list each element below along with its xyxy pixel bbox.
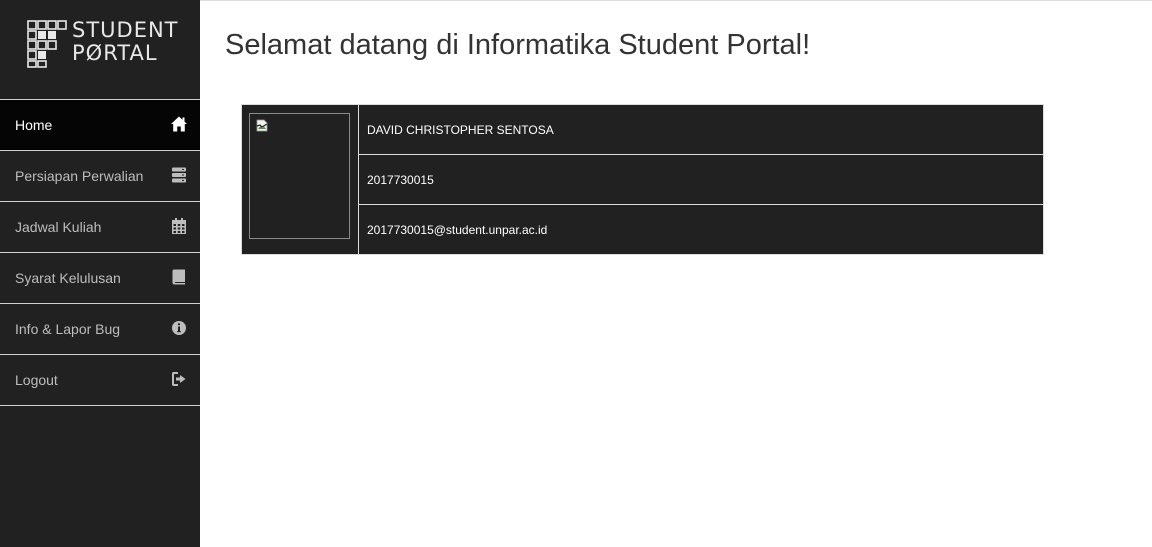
logo-line-2: PØRTAL <box>72 41 158 65</box>
sign-out-icon <box>170 370 188 388</box>
student-npm-row: 2017730015 <box>359 155 1043 205</box>
sidebar-item-label: Info & Lapor Bug <box>15 321 121 337</box>
sidebar-item-logout[interactable]: Logout <box>0 355 200 406</box>
portal-logo[interactable]: STUDENT PØRTAL <box>27 19 187 71</box>
home-icon <box>170 115 188 133</box>
sidebar-item-label: Persiapan Perwalian <box>15 168 144 184</box>
sidebar: STUDENT PØRTAL Home Persiapan Perwalian … <box>0 0 200 547</box>
photo-cell <box>242 105 359 254</box>
student-name: DAVID CHRISTOPHER SENTOSA <box>367 123 554 137</box>
sidebar-item-label: Jadwal Kuliah <box>15 219 102 235</box>
student-email: 2017730015@student.unpar.ac.id <box>367 223 548 237</box>
calendar-icon <box>170 217 188 235</box>
student-email-row: 2017730015@student.unpar.ac.id <box>359 205 1043 254</box>
sidebar-item-syarat-kelulusan[interactable]: Syarat Kelulusan <box>0 253 200 304</box>
logo-wordmark: STUDENT PØRTAL <box>72 19 179 65</box>
student-npm: 2017730015 <box>367 173 434 187</box>
server-icon <box>170 166 188 184</box>
sidebar-menu: Home Persiapan Perwalian Jadwal Kuliah S… <box>0 99 200 406</box>
student-photo <box>249 113 350 239</box>
book-icon <box>170 268 188 286</box>
info-circle-icon <box>170 319 188 337</box>
student-name-row: DAVID CHRISTOPHER SENTOSA <box>359 105 1043 155</box>
sidebar-item-label: Logout <box>15 372 58 388</box>
sidebar-item-home[interactable]: Home <box>0 100 200 151</box>
sidebar-item-persiapan-perwalian[interactable]: Persiapan Perwalian <box>0 151 200 202</box>
broken-image-icon <box>256 119 268 132</box>
sidebar-item-jadwal-kuliah[interactable]: Jadwal Kuliah <box>0 202 200 253</box>
sidebar-item-info-lapor-bug[interactable]: Info & Lapor Bug <box>0 304 200 355</box>
sidebar-item-label: Home <box>15 117 53 133</box>
page-title: Selamat datang di Informatika Student Po… <box>225 29 811 61</box>
informatika-f-logo-icon <box>27 20 67 68</box>
logo-line-1: STUDENT <box>72 18 179 42</box>
sidebar-item-label: Syarat Kelulusan <box>15 270 121 286</box>
student-profile-table: DAVID CHRISTOPHER SENTOSA 2017730015 201… <box>241 104 1044 255</box>
